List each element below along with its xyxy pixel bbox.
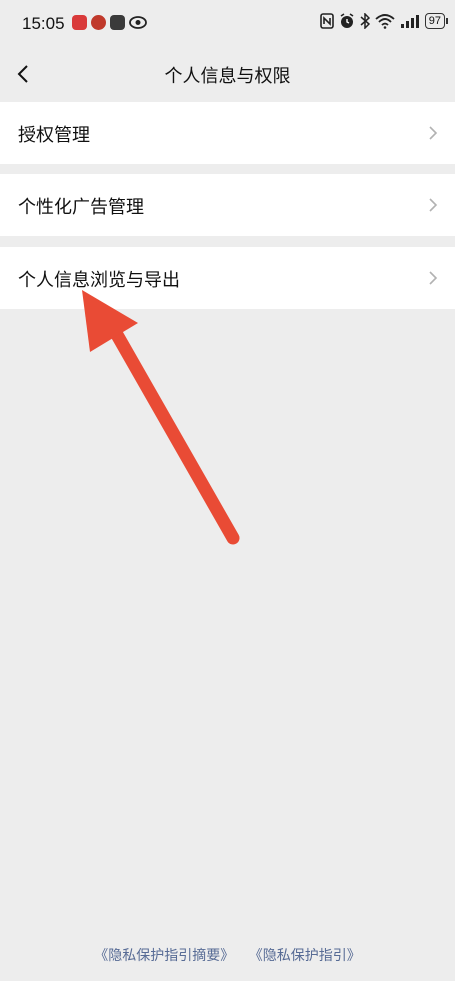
menu-item-personalized-ads[interactable]: 个性化广告管理 — [0, 174, 455, 236]
privacy-policy-link[interactable]: 《隐私保护指引》 — [249, 948, 361, 964]
menu-item-label: 授权管理 — [18, 125, 90, 146]
chevron-right-icon — [429, 271, 438, 285]
navigation-bar: 个人信息与权限 — [0, 50, 455, 98]
chevron-right-icon — [429, 198, 438, 212]
menu-item-authorization-management[interactable]: 授权管理 — [0, 102, 455, 164]
nfc-icon — [319, 13, 334, 29]
eye-icon — [129, 16, 147, 29]
status-bar: 15:05 97 — [0, 0, 455, 50]
page-title: 个人信息与权限 — [164, 66, 291, 87]
bluetooth-icon — [360, 13, 370, 29]
alarm-icon — [340, 13, 354, 28]
signal-icon — [400, 15, 419, 28]
privacy-summary-link[interactable]: 《隐私保护指引摘要》 — [94, 948, 234, 964]
app-notification-icon — [91, 15, 106, 30]
system-status-icons: 97 — [319, 13, 449, 29]
chevron-right-icon — [429, 126, 438, 140]
menu-item-label: 个人信息浏览与导出 — [18, 270, 180, 291]
app-notification-icon — [110, 15, 125, 30]
wifi-icon — [375, 14, 395, 29]
status-time: 15:05 — [22, 14, 65, 33]
app-notification-icon — [72, 15, 87, 30]
footer-links: 《隐私保护指引摘要》 《隐私保护指引》 — [0, 945, 455, 965]
menu-item-label: 个性化广告管理 — [18, 197, 144, 218]
menu-item-personal-info-export[interactable]: 个人信息浏览与导出 — [0, 247, 455, 309]
notification-icons — [72, 15, 147, 30]
battery-icon: 97 — [424, 13, 449, 29]
